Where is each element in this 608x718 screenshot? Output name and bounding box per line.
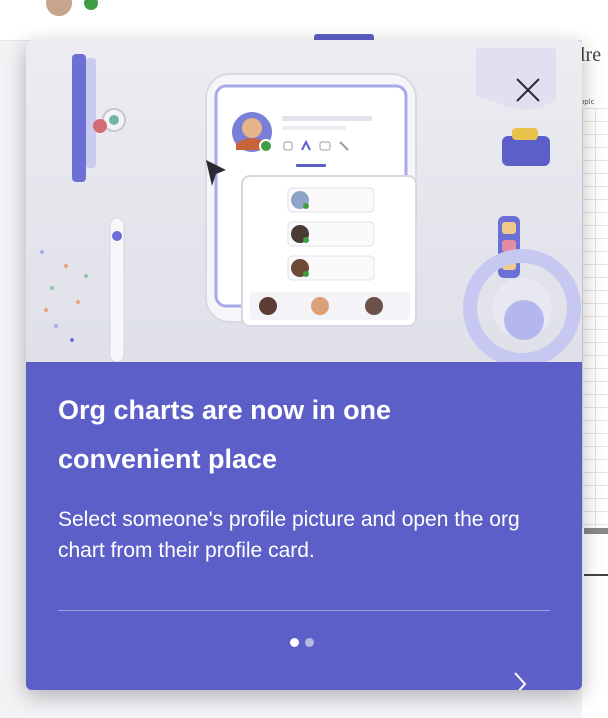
pagination-dots bbox=[290, 638, 314, 647]
dialog-description: Select someone's profile picture and ope… bbox=[58, 508, 520, 562]
background-grid bbox=[582, 108, 608, 528]
background-divider bbox=[584, 528, 608, 534]
next-button[interactable] bbox=[502, 666, 538, 690]
dialog-title: Org charts are now in one convenient pla… bbox=[58, 395, 392, 474]
background-text-fragment: oplc bbox=[580, 98, 595, 106]
divider bbox=[58, 610, 550, 611]
close-icon bbox=[516, 78, 540, 102]
chevron-right-icon bbox=[514, 672, 527, 690]
close-button[interactable] bbox=[506, 68, 550, 112]
dialog-content: Org charts are now in one convenient pla… bbox=[26, 362, 582, 690]
pagination-dot[interactable] bbox=[305, 638, 314, 647]
org-chart-illustration bbox=[26, 40, 582, 362]
background-divider bbox=[584, 574, 608, 576]
pagination-dot-active[interactable] bbox=[290, 638, 299, 647]
hero-illustration bbox=[26, 40, 582, 362]
org-chart-teaching-dialog: Org charts are now in one convenient pla… bbox=[26, 40, 582, 690]
